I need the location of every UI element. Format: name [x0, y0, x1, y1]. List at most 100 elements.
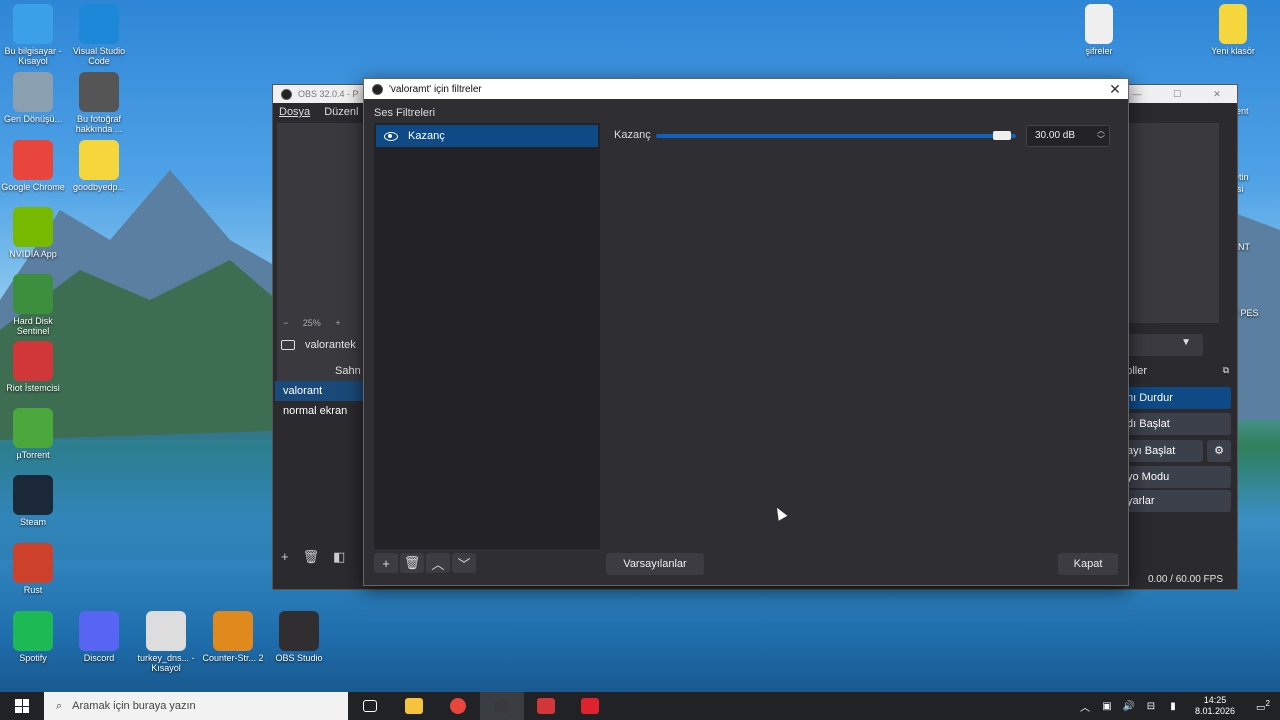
obs-main-title: OBS 32.0.4 - P: [298, 89, 359, 99]
delete-scene-icon[interactable]: 🗑: [303, 549, 320, 565]
close-icon[interactable]: ✕: [1102, 81, 1128, 98]
volume-icon[interactable]: 🔊: [1118, 701, 1140, 712]
obs-icon: [494, 698, 510, 714]
desktop-icon-label-partial[interactable]: ANT: [1232, 242, 1280, 252]
desktop-icon[interactable]: Google Chrome: [0, 140, 66, 192]
eye-icon[interactable]: [384, 131, 398, 141]
taskbar-app-riot[interactable]: [524, 692, 568, 720]
desktop-icon[interactable]: Geri Dönüşü...: [0, 72, 66, 124]
desktop-icon[interactable]: Steam: [0, 475, 66, 527]
monitor-icon: [281, 340, 295, 350]
desktop-icon[interactable]: Yeni klasör: [1200, 4, 1266, 56]
scene-item[interactable]: normal ekran: [275, 401, 363, 421]
desktop-icon[interactable]: OBS Studio: [266, 611, 332, 663]
desktop-icon[interactable]: Hard Disk Sentinel: [0, 274, 66, 336]
desktop-icon-label-partial[interactable]: esi: [1232, 184, 1280, 194]
desktop-icon[interactable]: Spotify: [0, 611, 66, 663]
battery-icon[interactable]: ▮: [1162, 701, 1184, 712]
control-button[interactable]: nı Durdur: [1121, 387, 1231, 409]
taskbar-app-chrome[interactable]: [436, 692, 480, 720]
desktop-icon-label-partial[interactable]: lient: [1232, 106, 1280, 116]
desktop-icon[interactable]: Visual Studio Code: [66, 4, 132, 66]
desktop-icon[interactable]: turkey_dns... - Kısayol: [133, 611, 199, 673]
app-icon: [13, 72, 53, 112]
desktop-icon[interactable]: Bu bilgisayar - Kısayol: [0, 4, 66, 66]
gain-slider-handle[interactable]: [992, 131, 1011, 140]
obs-preview-right: [1119, 123, 1219, 323]
spin-arrows[interactable]: ︿ ﹀: [1097, 126, 1105, 144]
filter-list-toolbar: + 🗑 ︿ ﹀: [374, 553, 476, 573]
taskbar-app-valorant[interactable]: [568, 692, 612, 720]
taskbar: ⌕ Aramak için buraya yazın ︿ ▣ 🔊 ⊟ ▮ 14:…: [0, 692, 1280, 720]
add-scene-icon[interactable]: +: [281, 549, 289, 565]
scene-item[interactable]: valorant: [275, 381, 363, 401]
filters-dialog[interactable]: 'valoramt' için filtreler ✕ Ses Filtrele…: [363, 78, 1129, 586]
notification-icon[interactable]: ▭2: [1246, 699, 1280, 713]
desktop-icon-label: Google Chrome: [1, 182, 65, 192]
move-up-icon[interactable]: ︿: [426, 553, 450, 573]
desktop-icon-label: NVIDIA App: [9, 249, 57, 259]
control-button[interactable]: yo Modu: [1121, 466, 1231, 488]
meet-icon[interactable]: ▣: [1096, 701, 1118, 712]
taskbar-search[interactable]: ⌕ Aramak için buraya yazın: [44, 692, 348, 720]
app-icon: [13, 543, 53, 583]
filter-item-label: Kazanç: [408, 130, 445, 142]
gain-spinbox[interactable]: 30.00 dB ︿ ﹀: [1026, 125, 1110, 147]
clock[interactable]: 14:25 8.01.2026: [1184, 695, 1246, 717]
search-icon: ⌕: [56, 699, 63, 712]
source-row[interactable]: valorantek: [281, 339, 356, 351]
gear-icon[interactable]: ⚙: [1207, 440, 1231, 462]
filter-item-gain[interactable]: Kazanç: [376, 125, 598, 147]
filter-list[interactable]: Kazanç: [374, 123, 600, 549]
spin-up-icon[interactable]: ︿: [1097, 126, 1105, 135]
taskbar-app-file-explorer[interactable]: [392, 692, 436, 720]
desktop-icon-label-partial[interactable]: 1: [1232, 319, 1280, 329]
start-button[interactable]: [0, 692, 44, 720]
taskbar-app-obs[interactable]: [480, 692, 524, 720]
desktop-icon[interactable]: goodbyedp...: [66, 140, 132, 192]
app-icon: [79, 4, 119, 44]
desktop-icon[interactable]: µTorrent: [0, 408, 66, 460]
zoom-out-icon[interactable]: −: [283, 318, 288, 328]
desktop-icon-label-partial[interactable]: letin: [1232, 172, 1280, 182]
desktop-icon-label: goodbyedp...: [72, 182, 126, 192]
delete-filter-icon[interactable]: 🗑: [400, 553, 424, 573]
desktop-icon[interactable]: Bu fotoğraf hakkında ...: [66, 72, 132, 134]
chevron-up-icon[interactable]: ︿: [1074, 699, 1096, 714]
gain-label: Kazanç: [614, 129, 651, 141]
desktop-icon-label-partial[interactable]: ill PES: [1232, 308, 1280, 318]
app-icon: [13, 4, 53, 44]
zoom-in-icon[interactable]: +: [335, 318, 340, 328]
network-icon[interactable]: ⊟: [1140, 701, 1162, 712]
desktop-icon-label: Geri Dönüşü...: [3, 114, 63, 124]
close-icon[interactable]: ✕: [1197, 89, 1237, 100]
control-button[interactable]: ayı Başlat: [1121, 440, 1203, 462]
app-icon: [79, 72, 119, 112]
desktop-icon[interactable]: Riot İstemcisi: [0, 341, 66, 393]
desktop-icon[interactable]: Rust: [0, 543, 66, 595]
control-button[interactable]: yarlar: [1121, 490, 1231, 512]
app-icon: [1219, 4, 1247, 44]
defaults-button[interactable]: Varsayılanlar: [606, 553, 704, 575]
undock-icon[interactable]: ⧉: [1223, 365, 1229, 376]
file-explorer-icon: [405, 698, 423, 714]
taskbar-app-task-view[interactable]: [348, 692, 392, 720]
menu-file[interactable]: Dosya: [279, 106, 310, 118]
move-down-icon[interactable]: ﹀: [452, 553, 476, 573]
add-filter-icon[interactable]: +: [374, 553, 398, 573]
app-icon: [13, 341, 53, 381]
control-button[interactable]: dı Başlat: [1121, 413, 1231, 435]
menu-edit[interactable]: Düzenl: [324, 106, 358, 118]
desktop-icon[interactable]: şifreler: [1066, 4, 1132, 56]
scene-filter-icon[interactable]: ◧: [333, 549, 345, 565]
gain-slider-track[interactable]: [656, 134, 1016, 138]
desktop-icon-label: Visual Studio Code: [72, 46, 126, 66]
desktop-icon-label: OBS Studio: [275, 653, 323, 663]
maximize-icon[interactable]: ☐: [1157, 89, 1197, 100]
spin-down-icon[interactable]: ﹀: [1097, 135, 1105, 144]
desktop-icon[interactable]: NVIDIA App: [0, 207, 66, 259]
app-icon: [1085, 4, 1113, 44]
close-button[interactable]: Kapat: [1058, 553, 1118, 575]
desktop-icon[interactable]: Discord: [66, 611, 132, 663]
desktop-icon[interactable]: Counter-Str... 2: [200, 611, 266, 663]
